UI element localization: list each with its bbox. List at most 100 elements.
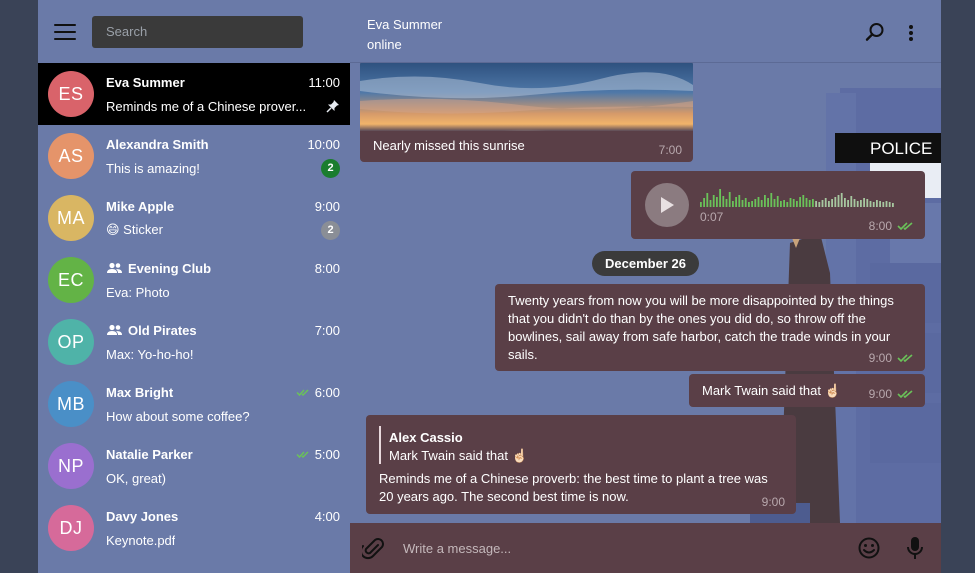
search-icon[interactable] (865, 22, 885, 42)
sunrise-photo[interactable] (360, 63, 693, 131)
chat-last-message: OK, great) (106, 470, 166, 486)
peer-name[interactable]: Eva Summer (367, 17, 442, 32)
emoji-icon[interactable] (858, 537, 880, 559)
reply-quote-bar[interactable] (379, 426, 381, 464)
chat-last-message: How about some coffee? (106, 408, 250, 424)
chat-time-wrap: 7:00 (315, 323, 340, 338)
chat-last-message: Reminds me of a Chinese prover... (106, 98, 307, 114)
waveform-bar (879, 201, 881, 207)
waveform-bar (853, 199, 856, 207)
photo-message[interactable]: Nearly missed this sunrise 7:00 (360, 63, 693, 162)
play-icon (661, 197, 674, 213)
twain-message[interactable]: Mark Twain said that ☝🏻 9:00 (689, 374, 925, 407)
waveform-bar (792, 199, 795, 207)
chat-item-np[interactable]: NP Natalie Parker 5:00 OK, great) (38, 435, 350, 497)
compose-bar: Write a message... (350, 523, 941, 573)
photo-caption: Nearly missed this sunrise (373, 138, 525, 153)
waveform-bar (831, 199, 833, 207)
chat-last-message: Keynote.pdf (106, 532, 176, 548)
chat-name: Mike Apple (106, 198, 175, 214)
waveform-bar (802, 195, 805, 207)
chat-time: 6:00 (314, 384, 340, 400)
waveform-bar (866, 199, 869, 207)
waveform-bar (786, 202, 789, 207)
play-button[interactable] (645, 183, 689, 227)
waveform-bar (850, 196, 853, 207)
chat-item-ma[interactable]: MA Mike Apple 9:00 😄 Sticker 2 (38, 187, 350, 249)
chat-time-wrap: 6:00 (296, 385, 340, 400)
waveform-bar (824, 198, 827, 207)
reply-time: 9:00 (761, 495, 785, 509)
chat-time: 11:00 (308, 74, 340, 90)
more-vertical-icon[interactable] (907, 24, 915, 44)
waveform-bar (709, 200, 712, 207)
chat-last-message: This is amazing! (106, 160, 200, 176)
reply-message[interactable]: Alex Cassio Mark Twain said that ☝🏻 Remi… (366, 415, 796, 514)
waveform-bar (876, 200, 878, 207)
microphone-icon[interactable] (907, 536, 923, 560)
chat-name: Evening Club (128, 260, 212, 276)
avatar: NP (48, 443, 94, 489)
waveform-bar (741, 200, 744, 207)
waveform-bar (738, 195, 741, 207)
avatar: EC (48, 257, 94, 303)
chat-name: Natalie Parker (106, 446, 193, 462)
chat-item-body: Old Pirates 7:00 Max: Yo-ho-ho! (106, 320, 350, 364)
message-input[interactable]: Write a message... (403, 541, 511, 556)
message-area[interactable]: POLICE Nearly missed this sunrise 7:00 0… (350, 63, 941, 523)
waveform-bar (776, 196, 779, 207)
chat-name-wrap: Natalie Parker (106, 447, 193, 462)
avatar: MA (48, 195, 94, 241)
waveform-bar (789, 198, 792, 207)
waveform-bar (751, 201, 753, 207)
pin-icon (326, 100, 339, 113)
chat-list: ES Eva Summer 11:00 Reminds me of a Chinese… (38, 63, 350, 559)
double-check-icon (897, 354, 913, 363)
quote-message[interactable]: Twenty years from now you will be more d… (495, 284, 925, 371)
chat-item-es[interactable]: ES Eva Summer 11:00 Reminds me of a Chinese… (38, 63, 350, 125)
chat-name-wrap: Mike Apple (106, 199, 174, 214)
double-check-icon (897, 390, 913, 399)
voice-time-text: 8:00 (868, 219, 892, 233)
waveform-bar (764, 195, 766, 207)
app-window: Search ES Eva Summer 11:00 Reminds me of a … (38, 0, 941, 573)
waveform-bar (796, 201, 798, 207)
waveform-bar (712, 195, 715, 207)
chat-item-op[interactable]: OP Old Pirates 7:00 Max: Yo-ho-ho! (38, 311, 350, 373)
double-check-icon (897, 222, 913, 231)
chat-item-dj[interactable]: DJ Davy Jones 4:00 Keynote.pdf (38, 497, 350, 559)
chat-item-body: Davy Jones 4:00 Keynote.pdf (106, 506, 350, 550)
reply-quoted-text: Mark Twain said that ☝🏻 (389, 448, 528, 463)
chat-name: Max Bright (106, 384, 174, 400)
waveform-bar (860, 200, 862, 207)
avatar: ES (48, 71, 94, 117)
waveform-bar (821, 200, 824, 207)
chat-time-wrap: 4:00 (315, 509, 340, 524)
chat-name: Old Pirates (128, 322, 197, 338)
chat-item-as[interactable]: AS Alexandra Smith 10:00 This is amazing! 2 (38, 125, 350, 187)
voice-time: 8:00 (869, 219, 917, 233)
waveform-bar (892, 203, 894, 207)
voice-duration: 0:07 (700, 210, 724, 224)
voice-waveform[interactable] (700, 187, 900, 207)
chat-time: 7:00 (314, 322, 340, 338)
waveform-bar (815, 201, 817, 207)
waveform-bar (719, 189, 721, 207)
chat-item-ec[interactable]: EC Evening Club 8:00 Eva: Photo (38, 249, 350, 311)
search-input[interactable]: Search (92, 15, 303, 48)
attach-icon[interactable] (362, 536, 384, 560)
conversation-pane: Eva Summer online POLICE Nearly missed t… (350, 0, 941, 573)
waveform-bar (770, 193, 773, 207)
waveform-bar (780, 201, 782, 207)
chat-item-mb[interactable]: MB Max Bright 6:00 How about some coffee? (38, 373, 350, 435)
date-separator: December 26 (592, 251, 699, 276)
chat-name: Alexandra Smith (106, 136, 209, 152)
hamburger-menu-icon[interactable] (54, 23, 76, 40)
conversation-header: Eva Summer online (350, 0, 941, 63)
waveform-bar (760, 200, 763, 207)
voice-message[interactable]: 0:07 8:00 (631, 171, 925, 239)
chat-time: 9:00 (314, 198, 340, 214)
avatar: AS (48, 133, 94, 179)
sidebar-header: Search (38, 0, 350, 63)
waveform-bar (748, 202, 750, 207)
